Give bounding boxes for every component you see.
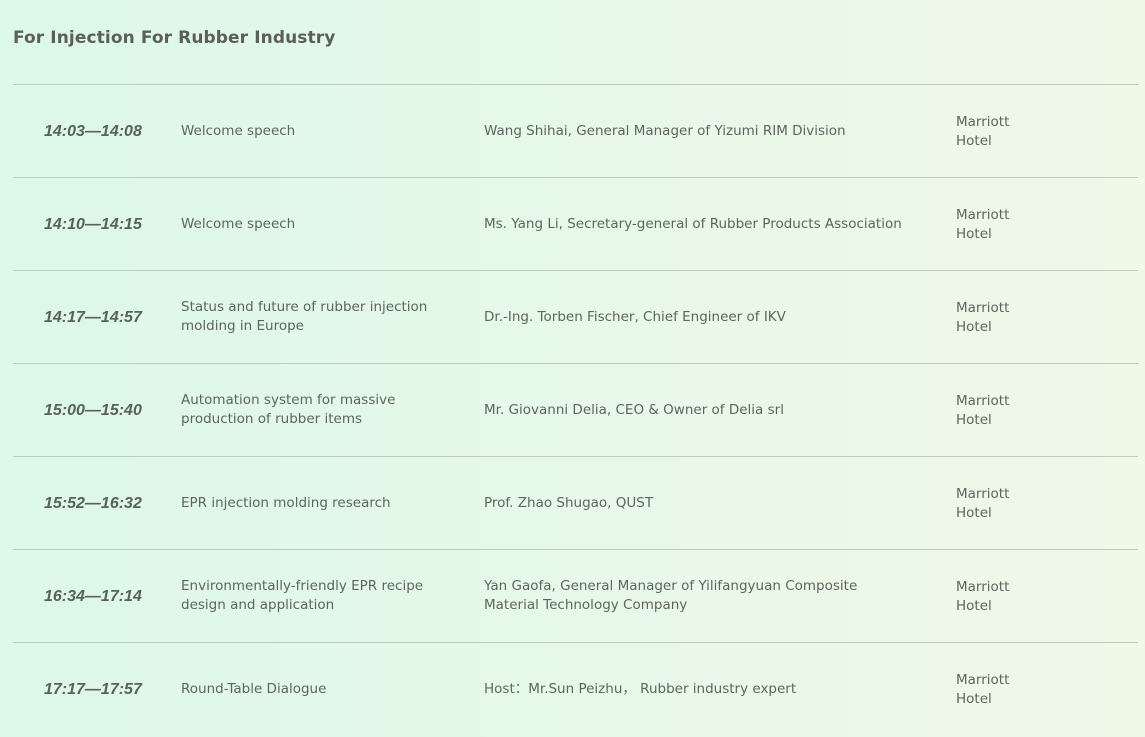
session-topic: Environmentally-friendly EPR recipe desi… <box>181 578 424 613</box>
table-row: 15:00—15:40 Automation system for massiv… <box>13 364 1138 457</box>
table-row: 16:34—17:14 Environmentally-friendly EPR… <box>13 550 1138 643</box>
session-topic: Automation system for massive production… <box>181 392 396 427</box>
session-topic: Status and future of rubber injection mo… <box>181 299 428 334</box>
session-venue: Marriott Hotel <box>956 672 1010 707</box>
session-time: 14:03—14:08 <box>44 122 142 140</box>
session-time: 15:00—15:40 <box>44 401 142 419</box>
agenda-page: For Injection For Rubber Industry 14:03—… <box>13 0 1138 737</box>
session-speaker: Dr.-Ing. Torben Fischer, Chief Engineer … <box>484 308 786 325</box>
session-venue: Marriott Hotel <box>956 114 1010 149</box>
session-time: 14:10—14:15 <box>44 215 142 233</box>
session-venue: Marriott Hotel <box>956 300 1010 335</box>
session-speaker: Yan Gaofa, General Manager of Yilifangyu… <box>484 578 858 613</box>
session-topic: EPR injection molding research <box>181 494 391 511</box>
session-speaker: Wang Shihai, General Manager of Yizumi R… <box>484 122 846 139</box>
session-time: 16:34—17:14 <box>44 587 142 605</box>
table-row: 17:17—17:57 Round-Table Dialogue Host：Mr… <box>13 643 1138 736</box>
table-row: 14:10—14:15 Welcome speech Ms. Yang Li, … <box>13 178 1138 271</box>
session-speaker: Ms. Yang Li, Secretary-general of Rubber… <box>484 215 902 232</box>
session-topic: Welcome speech <box>181 122 296 139</box>
table-row: 14:17—14:57 Status and future of rubber … <box>13 271 1138 364</box>
session-venue: Marriott Hotel <box>956 579 1010 614</box>
session-speaker: Prof. Zhao Shugao, QUST <box>484 494 654 511</box>
session-venue: Marriott Hotel <box>956 393 1010 428</box>
session-time: 15:52—16:32 <box>44 494 142 512</box>
section-title: For Injection For Rubber Industry <box>13 28 336 48</box>
schedule-table: 14:03—14:08 Welcome speech Wang Shihai, … <box>13 84 1138 736</box>
session-speaker: Host：Mr.Sun Peizhu， Rubber industry expe… <box>484 681 797 697</box>
session-venue: Marriott Hotel <box>956 207 1010 242</box>
session-time: 14:17—14:57 <box>44 308 142 326</box>
session-topic: Round-Table Dialogue <box>181 681 327 697</box>
session-speaker: Mr. Giovanni Delia, CEO & Owner of Delia… <box>484 401 784 418</box>
session-topic: Welcome speech <box>181 215 296 232</box>
table-row: 14:03—14:08 Welcome speech Wang Shihai, … <box>13 85 1138 178</box>
session-venue: Marriott Hotel <box>956 486 1010 521</box>
table-row: 15:52—16:32 EPR injection molding resear… <box>13 457 1138 550</box>
session-time: 17:17—17:57 <box>44 681 142 698</box>
